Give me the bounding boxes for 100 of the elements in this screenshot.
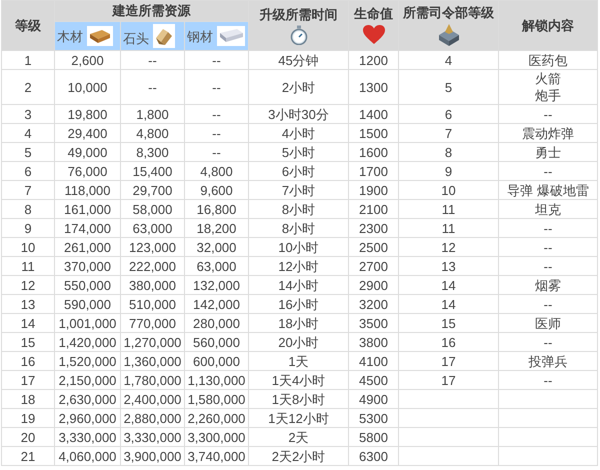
table-cell: 8,300 [120, 142, 184, 162]
table-cell: 坦克 [498, 200, 598, 218]
heart-icon [362, 24, 386, 46]
table-cell: 2500 [348, 238, 399, 256]
table-cell: 1,780,000 [120, 370, 184, 390]
table-cell: 222,000 [120, 256, 184, 276]
table-cell: -- [498, 104, 598, 124]
table-cell: 火箭 炮手 [498, 70, 598, 104]
table-cell: 5300 [348, 408, 399, 428]
table-cell: 勇士 [498, 142, 598, 162]
table-cell: -- [498, 332, 598, 352]
column-header: 木材 [57, 29, 83, 44]
table-cell: 1500 [348, 124, 399, 142]
table-cell: 4,800 [120, 124, 184, 142]
table-cell: 45分钟 [248, 50, 349, 70]
table-cell: 1,130,000 [184, 370, 249, 390]
table-cell: 19,800 [54, 104, 120, 124]
table-cell: 12 [2, 276, 54, 294]
table-cell: 1天 [248, 352, 349, 370]
table-cell: 29,700 [120, 180, 184, 200]
table-cell: 11 [398, 200, 499, 218]
wood-plank-icon [86, 26, 113, 46]
column-header: 石头 [123, 31, 149, 46]
table-cell: 3,300,000 [184, 428, 249, 446]
table-cell: 12 [398, 238, 499, 256]
table-cell: 7 [2, 180, 54, 200]
table-cell: 17 [398, 370, 499, 390]
table-cell: 76,000 [54, 162, 120, 180]
table-cell: 17 [398, 352, 499, 370]
table-cell: 4 [2, 124, 54, 142]
table-cell: 1200 [348, 50, 399, 70]
table-cell: 4500 [348, 370, 399, 390]
table-cell: 10 [2, 238, 54, 256]
table-cell: 3800 [348, 332, 399, 352]
table-cell: -- [120, 70, 184, 104]
table-cell: 8小时 [248, 200, 349, 218]
table-cell: -- [498, 218, 598, 238]
table-cell: 1,360,000 [120, 352, 184, 370]
table-cell: -- [184, 70, 249, 104]
table-cell: 9,600 [184, 180, 249, 200]
table-cell: 2天2小时 [248, 446, 349, 466]
table-cell: 7小时 [248, 180, 349, 200]
table-cell: 2700 [348, 256, 399, 276]
table-cell: 7 [398, 124, 499, 142]
table-cell: 16 [398, 332, 499, 352]
table-cell: -- [184, 124, 249, 142]
table-cell: 2,630,000 [54, 390, 120, 408]
table-cell: 4100 [348, 352, 399, 370]
column-header: 解锁内容 [498, 0, 598, 50]
stone-block-icon [152, 24, 175, 48]
table-cell: 142,000 [184, 294, 249, 314]
table-cell: 63,000 [120, 218, 184, 238]
table-cell: 3500 [348, 314, 399, 332]
column-header: 生命值 [352, 5, 394, 23]
table-cell: 2900 [348, 276, 399, 294]
table-cell: 19 [2, 408, 54, 428]
table-cell: -- [498, 256, 598, 276]
table-cell: 590,000 [54, 294, 120, 314]
table-cell: 32,000 [184, 238, 249, 256]
table-cell: 8 [398, 142, 499, 162]
table-cell: 1,520,000 [54, 352, 120, 370]
table-cell: 560,000 [184, 332, 249, 352]
table-cell: 14小时 [248, 276, 349, 294]
table-cell: 11 [2, 256, 54, 276]
table-cell: 18 [2, 390, 54, 408]
table-cell: 16小时 [248, 294, 349, 314]
table-cell: 2,960,000 [54, 408, 120, 428]
table-cell: 770,000 [120, 314, 184, 332]
table-cell: 280,000 [184, 314, 249, 332]
table-cell: 1400 [348, 104, 399, 124]
table-cell: 49,000 [54, 142, 120, 162]
column-header: 等级 [2, 0, 54, 50]
table-cell: -- [498, 370, 598, 390]
table-cell: 58,000 [120, 200, 184, 218]
table-cell: 63,000 [184, 256, 249, 276]
table-cell: 12小时 [248, 256, 349, 276]
table-cell: 3,330,000 [120, 428, 184, 446]
table-cell: 1天4小时 [248, 370, 349, 390]
table-cell: 5 [2, 142, 54, 162]
table-cell: 16 [2, 352, 54, 370]
table-cell: 1300 [348, 70, 399, 104]
table-cell: 15 [398, 314, 499, 332]
table-cell: 1,001,000 [54, 314, 120, 332]
column-header: 所需司令部等级 [402, 4, 496, 22]
table-cell: 投弹兵 [498, 352, 598, 370]
table-cell: 烟雾 [498, 276, 598, 294]
table-cell: 14 [2, 314, 54, 332]
table-cell: 1600 [348, 142, 399, 162]
table-cell: 5 [398, 70, 499, 104]
table-cell: 174,000 [54, 218, 120, 238]
table-cell: 6小时 [248, 162, 349, 180]
table-cell: 导弹 爆破地雷 [498, 180, 598, 200]
table-cell: 医师 [498, 314, 598, 332]
table-cell: 4,060,000 [54, 446, 120, 466]
table-cell: 17 [2, 370, 54, 390]
table-cell: -- [184, 104, 249, 124]
table-cell: 5小时 [248, 142, 349, 162]
table-cell: 2,880,000 [120, 408, 184, 428]
column-header: 升级所需时间 [258, 6, 339, 24]
table-cell: 3,740,000 [184, 446, 249, 466]
